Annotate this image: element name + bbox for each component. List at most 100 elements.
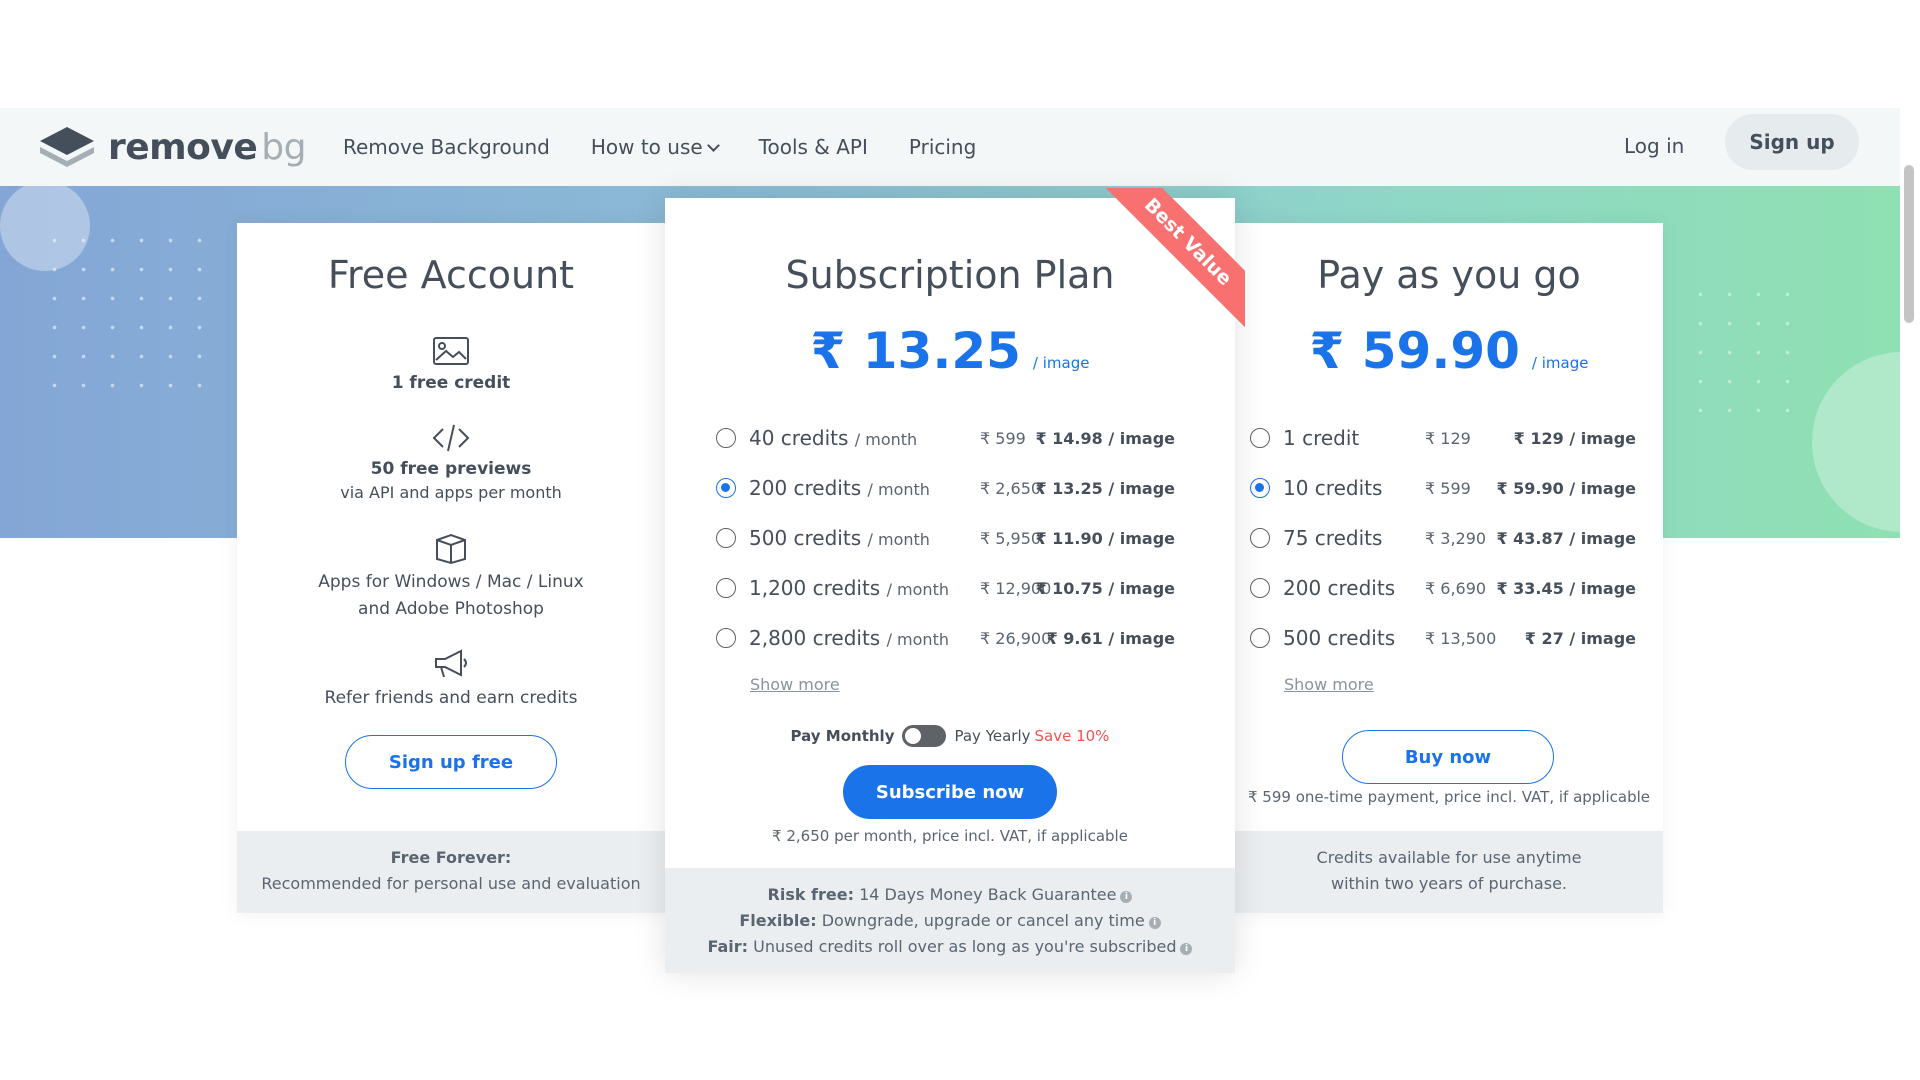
logo[interactable]: remove bg [38, 122, 306, 172]
subscription-price-amount: ₹ 13.25 [810, 322, 1021, 380]
best-value-ribbon: Best Value [1095, 188, 1245, 338]
radio-button[interactable] [716, 528, 736, 548]
subscribe-now-button[interactable]: Subscribe now [843, 765, 1057, 819]
free-card-footer: Free Forever: Recommended for personal u… [237, 831, 665, 913]
feature-free-previews-label: 50 free previews [370, 459, 532, 479]
credit-option-row[interactable]: 10 credits ₹ 599 ₹ 59.90 / image [1235, 468, 1663, 508]
credit-option-price: ₹ 26,900 [980, 628, 1052, 648]
footer-risk-free: Risk free: 14 Days Money Back Guarantee i [665, 882, 1235, 908]
radio-button[interactable] [716, 628, 736, 648]
credit-option-credits: 40 credits / month [749, 426, 918, 450]
save-badge: Save 10% [1034, 727, 1110, 745]
credit-option-period: / month [886, 580, 949, 599]
payg-card-title: Pay as you go [1317, 253, 1581, 297]
subscription-price-unit: / image [1032, 354, 1090, 372]
credit-option-row[interactable]: 1 credit ₹ 129 ₹ 129 / image [1235, 418, 1663, 458]
credit-option-per-image: ₹ 11.90 / image [1035, 528, 1175, 548]
credit-option-row[interactable]: 1,200 credits / month ₹ 12,900 ₹ 10.75 / i… [665, 568, 1235, 608]
payg-card-footer: Credits available for use anytime within… [1235, 831, 1663, 913]
radio-button[interactable] [716, 478, 736, 498]
nav-tools-api[interactable]: Tools & API [759, 135, 868, 159]
payg-show-more[interactable]: Show more [1284, 675, 1374, 694]
credit-option-row[interactable]: 200 credits ₹ 6,690 ₹ 33.45 / image [1235, 568, 1663, 608]
credit-option-per-image: ₹ 27 / image [1524, 628, 1636, 648]
radio-button[interactable] [1250, 428, 1270, 448]
credit-option-per-image: ₹ 10.75 / image [1035, 578, 1175, 598]
signup-free-button[interactable]: Sign up free [345, 735, 557, 789]
credit-option-period: / month [867, 480, 930, 499]
radio-button[interactable] [716, 578, 736, 598]
buy-now-button[interactable]: Buy now [1342, 730, 1554, 784]
scrollbar-thumb[interactable] [1904, 165, 1914, 323]
credit-option-price: ₹ 2,650 [980, 478, 1042, 498]
free-footer-text: Recommended for personal use and evaluat… [261, 874, 641, 893]
radio-button[interactable] [1250, 478, 1270, 498]
credit-option-price: ₹ 599 [980, 428, 1026, 448]
credit-option-credits: 75 credits [1283, 526, 1383, 550]
credit-option-price: ₹ 13,500 [1425, 628, 1497, 648]
nav-pricing[interactable]: Pricing [909, 135, 976, 159]
credit-option-price: ₹ 5,950 [980, 528, 1042, 548]
radio-button[interactable] [1250, 528, 1270, 548]
nav-how-to-use-label: How to use [590, 135, 703, 159]
feature-apps-line1: Apps for Windows / Mac / Linux [318, 572, 584, 592]
radio-button[interactable] [1250, 578, 1270, 598]
nav-how-to-use[interactable]: How to use [590, 135, 720, 159]
billing-toggle[interactable] [902, 725, 947, 747]
credit-option-credits: 500 credits / month [749, 526, 930, 550]
credit-option-row[interactable]: 500 credits ₹ 13,500 ₹ 27 / image [1235, 618, 1663, 658]
info-icon[interactable]: i [1148, 917, 1161, 929]
feature-free-previews: 50 free previews via API and apps per mo… [237, 421, 665, 502]
payg-footer-line2: within two years of purchase. [1330, 874, 1567, 893]
best-value-label: Best Value [1099, 188, 1245, 331]
credit-option-per-image: ₹ 9.61 / image [1046, 628, 1175, 648]
pay-monthly-label: Pay Monthly [790, 727, 895, 745]
info-icon[interactable]: i [1120, 891, 1133, 903]
feature-refer-label: Refer friends and earn credits [324, 688, 578, 708]
payg-footer-line1: Credits available for use anytime [1316, 848, 1582, 867]
signup-button[interactable]: Sign up [1725, 114, 1859, 170]
feature-free-credit: 1 free credit [237, 335, 665, 393]
credit-option-credits: 10 credits [1283, 476, 1383, 500]
billing-toggle-row: Pay Monthly Pay Yearly Save 10% [665, 725, 1235, 747]
credit-option-period: / month [854, 430, 918, 449]
credit-option-credits: 1 credit [1283, 426, 1360, 450]
feature-free-credit-label: 1 free credit [391, 373, 511, 393]
top-navbar: remove bg Remove Background How to use To… [0, 108, 1900, 186]
decor-dots [40, 226, 220, 406]
code-icon [432, 424, 470, 452]
pay-yearly-label: Pay Yearly [954, 727, 1031, 745]
payg-price-unit: / image [1531, 354, 1589, 372]
radio-button[interactable] [1250, 628, 1270, 648]
feature-refer: Refer friends and earn credits [237, 647, 665, 712]
credit-option-period: / month [867, 530, 930, 549]
credit-option-period: / month [886, 630, 949, 649]
info-icon[interactable]: i [1180, 943, 1193, 955]
credit-option-per-image: ₹ 129 / image [1513, 428, 1636, 448]
subscription-plan-card: Best Value Subscription Plan ₹ 13.25 / i… [665, 188, 1245, 973]
credit-option-per-image: ₹ 43.87 / image [1496, 528, 1636, 548]
credit-option-row[interactable]: 75 credits ₹ 3,290 ₹ 43.87 / image [1235, 518, 1663, 558]
credit-option-per-image: ₹ 33.45 / image [1496, 578, 1636, 598]
payg-note: ₹ 599 one-time payment, price incl. VAT,… [1247, 788, 1650, 806]
credit-option-row[interactable]: 2,800 credits / month ₹ 26,900 ₹ 9.61 / im… [665, 618, 1235, 658]
login-link[interactable]: Log in [1624, 134, 1684, 158]
credit-option-row[interactable]: 500 credits / month ₹ 5,950 ₹ 11.90 / imag… [665, 518, 1235, 558]
image-icon [433, 337, 469, 365]
payg-price: ₹ 59.90 / image [1235, 322, 1663, 380]
credit-option-credits: 500 credits [1283, 626, 1396, 650]
credit-option-price: ₹ 3,290 [1425, 528, 1487, 548]
decor-dots [1686, 280, 1796, 430]
nav-remove-background[interactable]: Remove Background [343, 135, 550, 159]
credit-option-row[interactable]: 40 credits / month ₹ 599 ₹ 14.98 / image [665, 418, 1235, 458]
credit-option-credits: 2,800 credits / month [749, 626, 949, 650]
logo-text: remove bg [108, 126, 306, 168]
feature-free-previews-sub: via API and apps per month [340, 483, 562, 502]
subscription-show-more[interactable]: Show more [750, 675, 840, 694]
radio-button[interactable] [716, 428, 736, 448]
pay-as-you-go-card: Pay as you go ₹ 59.90 / image 1 credit ₹ … [1235, 223, 1663, 913]
megaphone-icon [435, 649, 467, 678]
credit-option-row[interactable]: 200 credits / month ₹ 2,650 ₹ 13.25 / imag… [665, 468, 1235, 508]
credit-option-per-image: ₹ 13.25 / image [1035, 478, 1175, 498]
credit-option-credits: 200 credits / month [749, 476, 930, 500]
